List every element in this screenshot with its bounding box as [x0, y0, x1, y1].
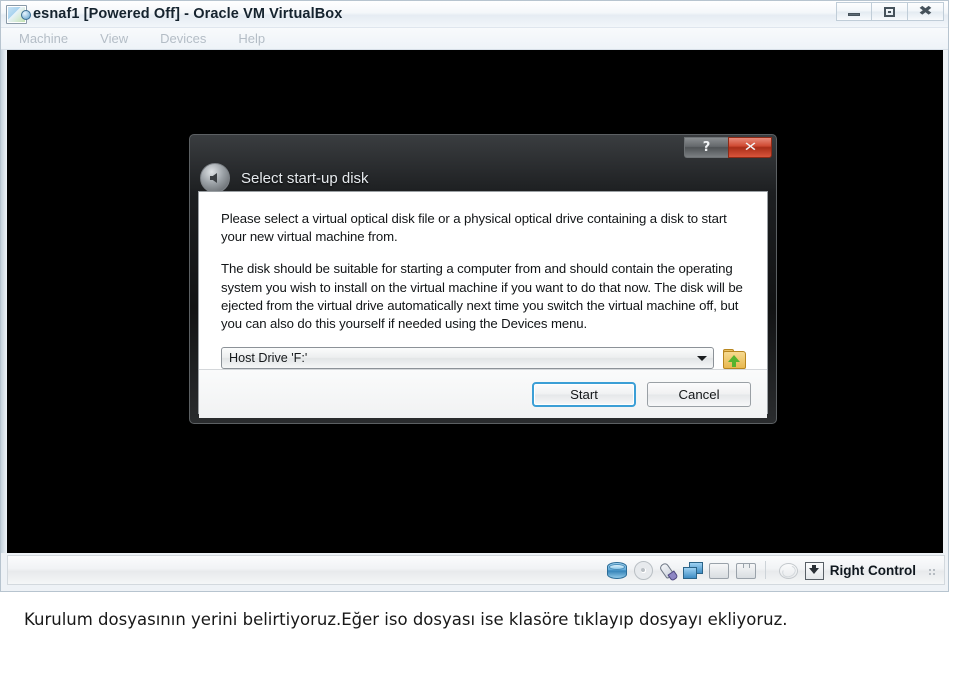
host-key-icon	[804, 561, 824, 580]
chevron-down-glyph	[697, 355, 707, 361]
close-icon: ✕	[742, 140, 758, 155]
dialog-button-bar: Start Cancel	[199, 369, 767, 419]
host-key-label: Right Control	[829, 562, 916, 578]
mouse-icon[interactable]	[660, 562, 676, 578]
chevron-down-icon[interactable]	[693, 348, 711, 368]
dialog-window-controls: ? ✕	[684, 137, 772, 158]
virtualbox-window: esnaf1 [Powered Off] - Oracle VM Virtual…	[0, 0, 949, 592]
menu-item-view[interactable]: View	[100, 31, 128, 46]
cancel-button[interactable]: Cancel	[647, 381, 751, 407]
select-startup-disk-dialog: ? ✕ Select start-up disk Please select a…	[189, 134, 777, 424]
close-button[interactable]: ✖	[908, 2, 944, 21]
maximize-button[interactable]	[872, 2, 908, 21]
minimize-button[interactable]	[836, 2, 872, 21]
harddisk-icon[interactable]	[606, 562, 627, 579]
menu-bar: Machine View Devices Help	[1, 28, 948, 50]
menu-item-devices[interactable]: Devices	[160, 31, 206, 46]
shared-folders-icon[interactable]	[708, 563, 729, 579]
status-bar: Right Control	[7, 555, 945, 585]
media-selection-row: Host Drive 'F:'	[221, 347, 746, 370]
status-bar-divider	[764, 561, 766, 579]
menu-item-help[interactable]: Help	[238, 31, 265, 46]
resize-grip-icon[interactable]	[924, 564, 936, 576]
folder-up-arrow-glyph	[728, 354, 740, 367]
dialog-title: Select start-up disk	[241, 169, 369, 187]
menu-item-machine[interactable]: Machine	[19, 31, 68, 46]
startup-disk-select[interactable]: Host Drive 'F:'	[221, 347, 714, 370]
dialog-paragraph-2: The disk should be suitable for starting…	[221, 261, 743, 332]
window-titlebar[interactable]: esnaf1 [Powered Off] - Oracle VM Virtual…	[1, 1, 948, 28]
window-controls: ✖	[836, 2, 944, 21]
dialog-heading: Select start-up disk	[200, 163, 369, 193]
back-arrow-glyph	[209, 173, 217, 183]
dialog-paragraph-1: Please select a virtual optical disk fil…	[221, 211, 727, 245]
display-icon[interactable]	[735, 563, 756, 579]
virtualbox-icon	[6, 4, 31, 24]
host-key-arrow-glyph	[809, 564, 820, 574]
caption-text: Kurulum dosyasının yerini belirtiyoruz.E…	[24, 610, 788, 629]
window-title: esnaf1 [Powered Off] - Oracle VM Virtual…	[33, 6, 343, 22]
maximize-icon	[884, 6, 895, 17]
dialog-body: Please select a virtual optical disk fil…	[198, 191, 768, 419]
minimize-icon	[848, 12, 860, 16]
network-icon[interactable]	[682, 562, 703, 579]
start-button[interactable]: Start	[532, 381, 636, 407]
usb-disabled-icon[interactable]	[778, 563, 798, 579]
dialog-help-button[interactable]: ?	[684, 137, 728, 158]
back-arrow-icon[interactable]	[200, 163, 230, 193]
dialog-content: Please select a virtual optical disk fil…	[199, 192, 767, 370]
dialog-titlebar: ? ✕ Select start-up disk	[196, 137, 772, 193]
optical-disc-icon[interactable]	[633, 560, 653, 580]
question-mark-icon: ?	[702, 140, 711, 155]
open-folder-icon[interactable]	[723, 348, 746, 369]
startup-disk-selected-value: Host Drive 'F:'	[229, 351, 308, 366]
close-icon: ✖	[918, 4, 933, 19]
dialog-close-button[interactable]: ✕	[728, 137, 772, 158]
